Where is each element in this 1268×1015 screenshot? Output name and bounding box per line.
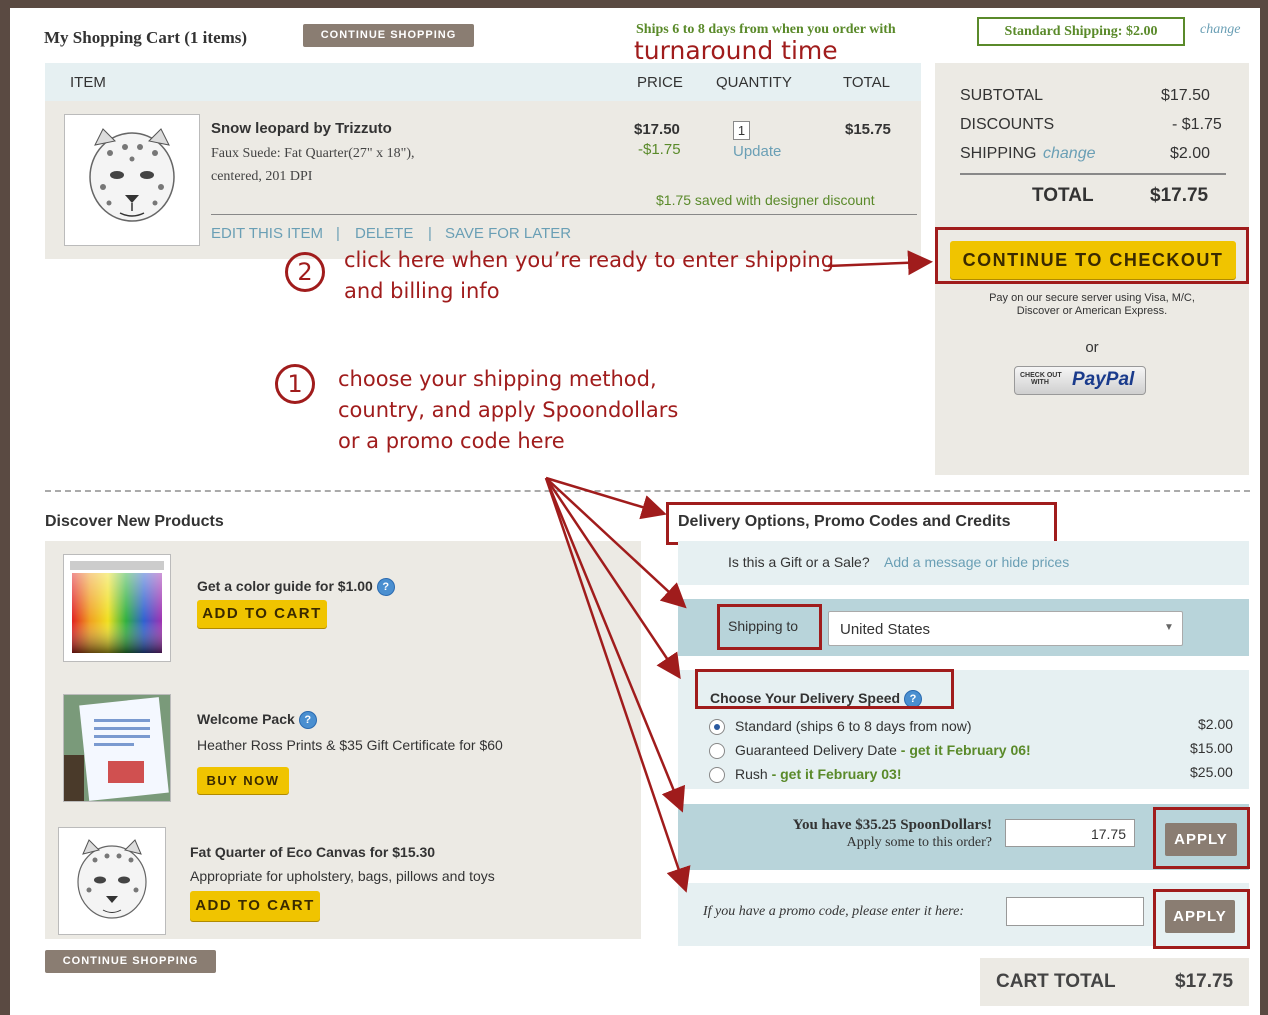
- arrow-to-promo: [544, 477, 691, 893]
- annotation-arrows: [544, 250, 933, 893]
- arrow-to-spoondollars: [544, 477, 685, 813]
- arrow-to-checkout: [827, 250, 933, 276]
- page: My Shopping Cart (1 items) CONTINUE SHOP…: [10, 8, 1260, 1015]
- arrow-to-delivery-speed: [544, 477, 681, 680]
